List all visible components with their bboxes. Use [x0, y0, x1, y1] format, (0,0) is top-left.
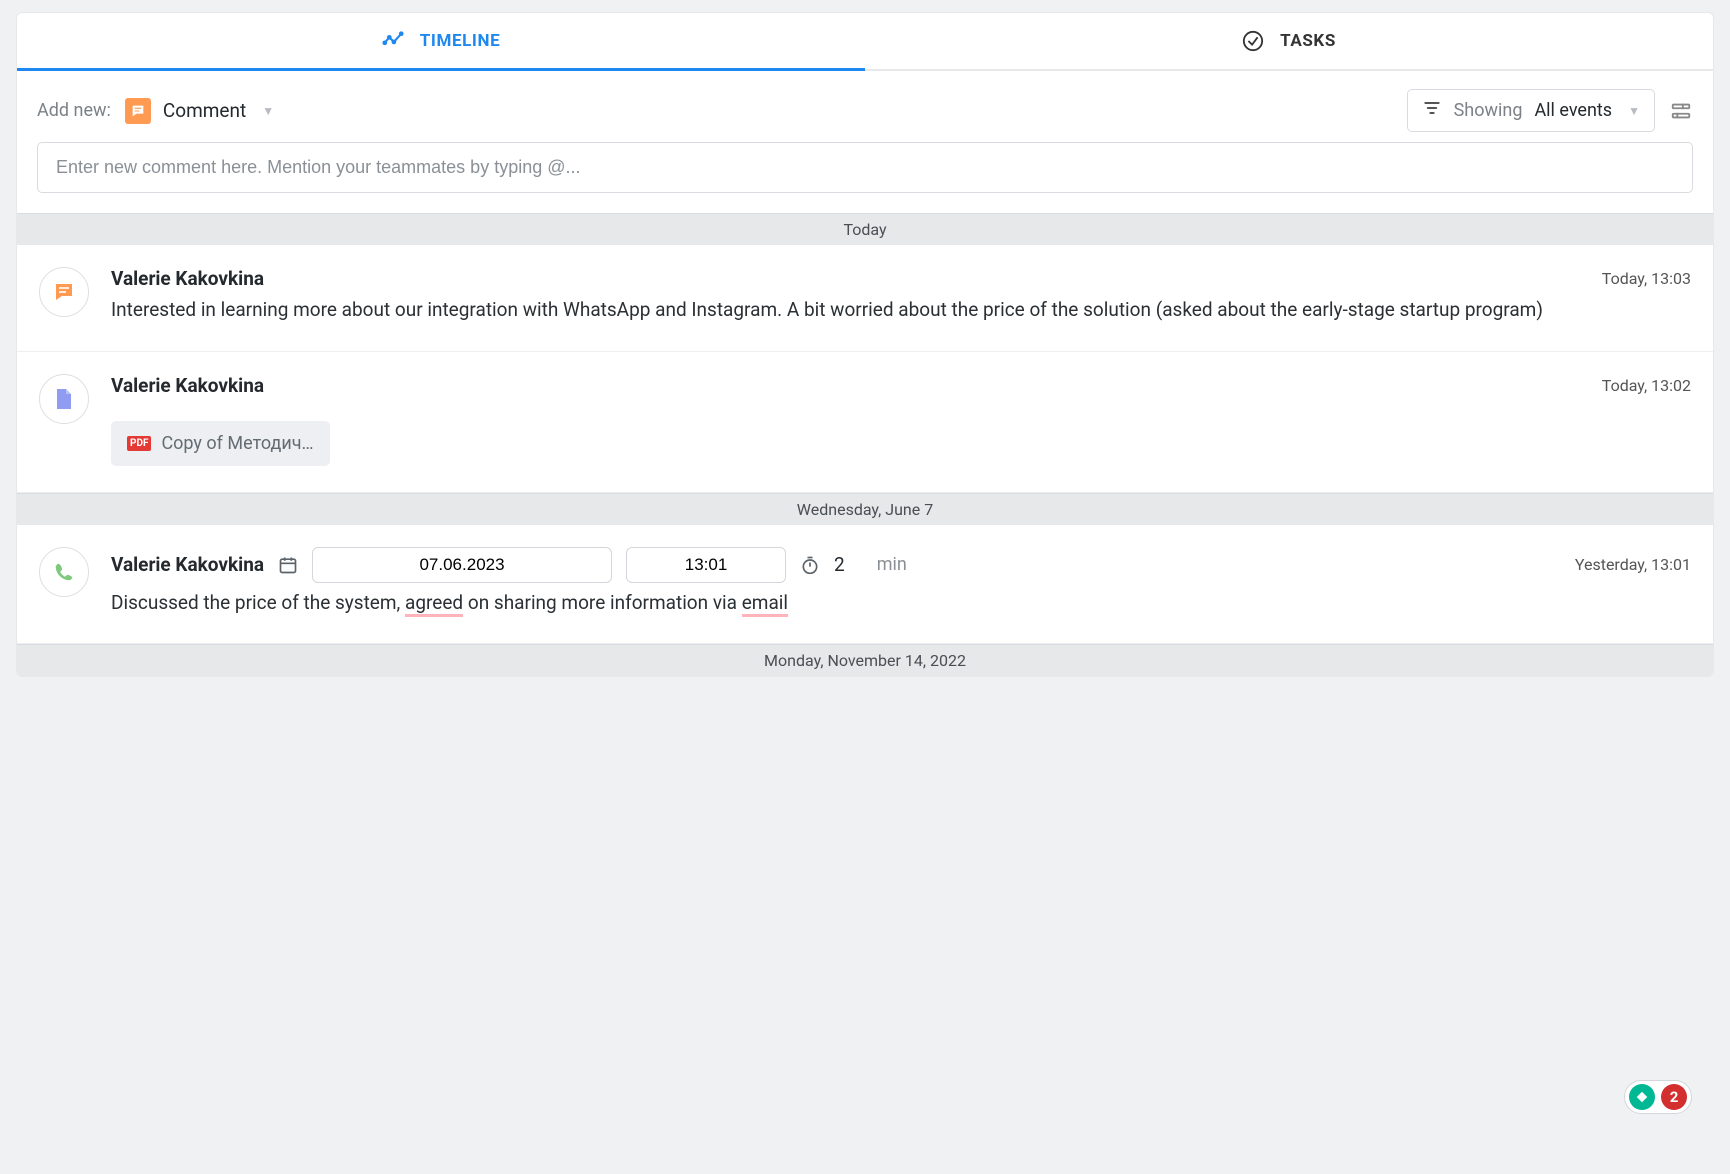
date-divider-today: Today	[17, 213, 1713, 245]
entry-author: Valerie Kakovkina	[111, 267, 264, 290]
filter-value: All events	[1534, 100, 1612, 121]
tab-timeline-label: TIMELINE	[420, 31, 500, 51]
add-new-label: Add new:	[37, 100, 111, 121]
call-time-input[interactable]	[626, 547, 786, 583]
stopwatch-icon	[800, 555, 820, 575]
timeline-entry: Valerie Kakovkina Today, 13:03 Intereste…	[17, 245, 1713, 352]
notification-pill[interactable]: 2	[1624, 1080, 1692, 1114]
timeline-icon	[382, 30, 404, 52]
notification-count: 2	[1661, 1084, 1687, 1110]
chevron-down-icon: ▼	[1628, 104, 1640, 118]
entry-type-selector[interactable]: Comment ▼	[125, 98, 274, 124]
call-date-input[interactable]	[312, 547, 612, 583]
tab-timeline[interactable]: TIMELINE	[17, 13, 865, 71]
entry-timestamp: Yesterday, 13:01	[1575, 555, 1691, 574]
entry-author: Valerie Kakovkina	[111, 374, 264, 397]
entry-text: Discussed the price of the system, agree…	[111, 589, 1691, 618]
call-duration-unit: min	[877, 554, 907, 575]
comment-input-wrap	[17, 142, 1713, 213]
file-type-icon	[39, 374, 89, 424]
diamond-icon	[1629, 1084, 1655, 1110]
timeline-entry: Valerie Kakovkina 2 min Yesterday, 13:01…	[17, 525, 1713, 645]
entry-type-label: Comment	[163, 99, 246, 122]
attachment-chip[interactable]: PDF Copy of Методич…	[111, 421, 330, 466]
timeline-panel: TIMELINE TASKS Add new: Comment ▼ Showin…	[16, 12, 1714, 677]
entry-timestamp: Today, 13:02	[1602, 376, 1691, 395]
comment-input[interactable]	[37, 142, 1693, 193]
entry-text: Interested in learning more about our in…	[111, 296, 1691, 325]
tab-tasks[interactable]: TASKS	[865, 13, 1713, 69]
call-duration-value: 2	[834, 553, 845, 576]
check-circle-icon	[1242, 30, 1264, 52]
date-divider: Monday, November 14, 2022	[17, 644, 1713, 676]
calendar-icon	[278, 555, 298, 575]
filter-icon	[1422, 98, 1442, 123]
tabs-bar: TIMELINE TASKS	[17, 13, 1713, 71]
comment-type-icon	[39, 267, 89, 317]
comment-icon	[125, 98, 151, 124]
call-type-icon	[39, 547, 89, 597]
pdf-icon: PDF	[127, 436, 151, 451]
chevron-down-icon: ▼	[262, 104, 274, 118]
date-divider: Wednesday, June 7	[17, 493, 1713, 525]
entry-timestamp: Today, 13:03	[1602, 269, 1691, 288]
filter-prefix: Showing	[1454, 100, 1523, 121]
attachment-name: Copy of Методич…	[161, 433, 313, 454]
toolbar: Add new: Comment ▼ Showing All events ▼	[17, 71, 1713, 142]
tab-tasks-label: TASKS	[1280, 31, 1336, 51]
sliders-icon[interactable]	[1669, 99, 1693, 123]
entry-author: Valerie Kakovkina	[111, 553, 264, 576]
events-filter[interactable]: Showing All events ▼	[1407, 89, 1655, 132]
timeline-entry: Valerie Kakovkina Today, 13:02 PDF Copy …	[17, 352, 1713, 493]
